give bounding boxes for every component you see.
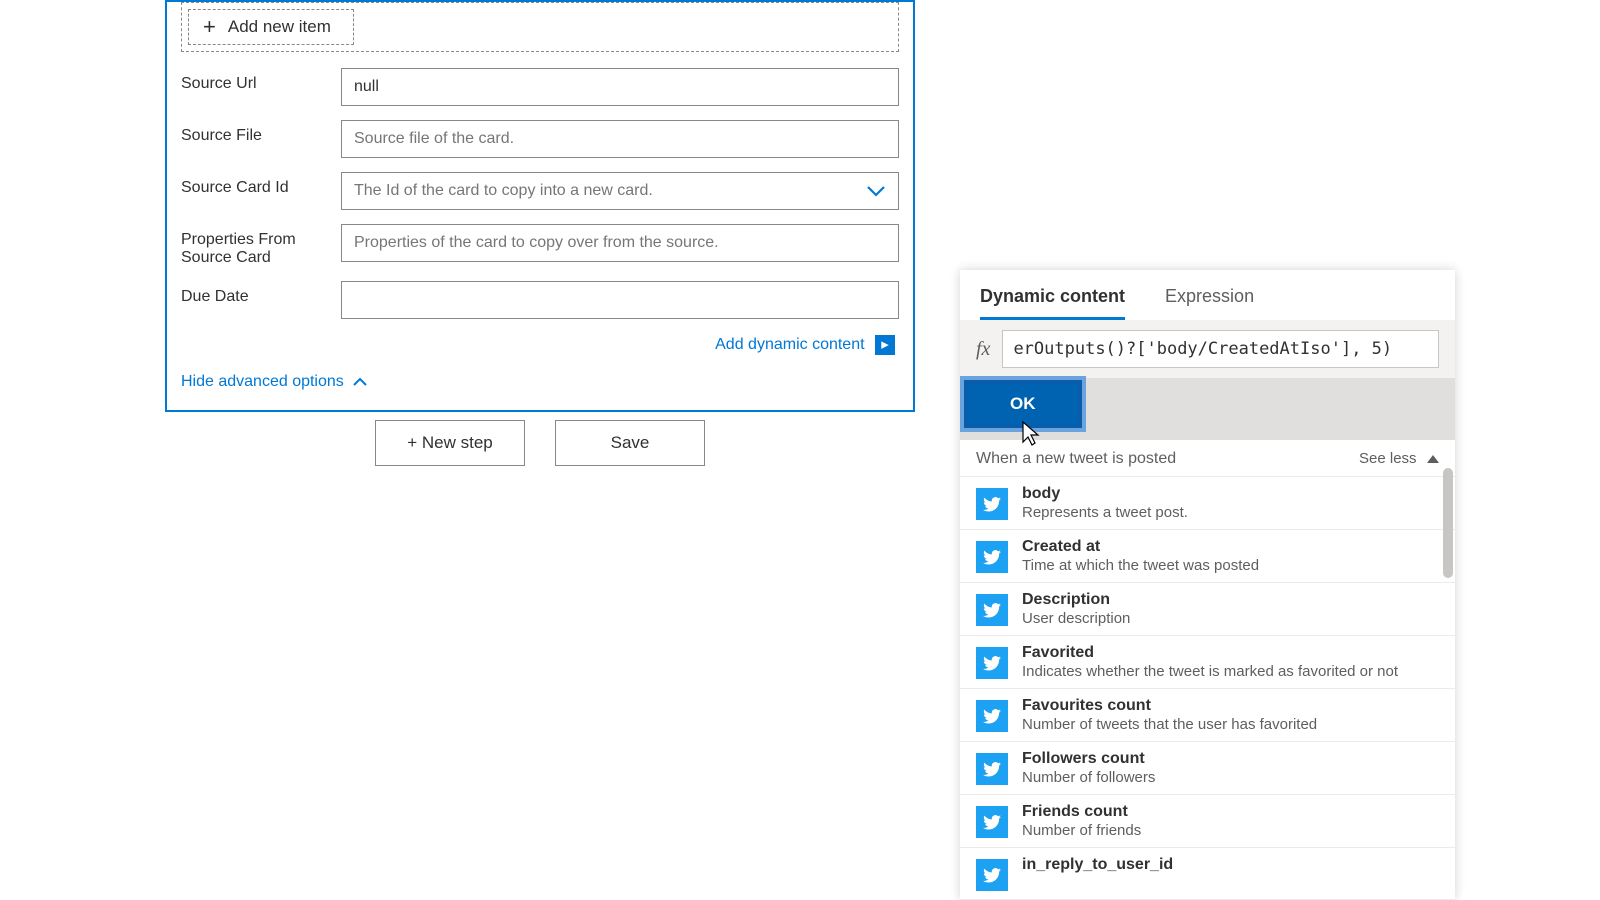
label-source-file: Source File xyxy=(181,120,331,145)
new-step-button[interactable]: + New step xyxy=(375,420,525,466)
twitter-icon xyxy=(976,647,1008,679)
add-new-item-label: Add new item xyxy=(228,17,331,37)
chevron-down-icon xyxy=(866,185,886,197)
row-due-date: Due Date xyxy=(167,277,913,323)
twitter-icon xyxy=(976,594,1008,626)
add-new-item-button[interactable]: + Add new item xyxy=(188,9,354,45)
hide-advanced-label: Hide advanced options xyxy=(181,373,344,391)
action-card: + Add new item Source Url null Source Fi… xyxy=(165,0,915,412)
dc-list[interactable]: bodyRepresents a tweet post.Created atTi… xyxy=(960,477,1455,900)
dc-item-title: body xyxy=(1022,485,1188,503)
add-dynamic-content-row: Add dynamic content ▸ xyxy=(167,329,913,361)
row-source-card-id: Source Card Id The Id of the card to cop… xyxy=(167,168,913,214)
row-source-file: Source File Source file of the card. xyxy=(167,116,913,162)
dc-item[interactable]: in_reply_to_user_id xyxy=(960,848,1455,900)
dc-item[interactable]: bodyRepresents a tweet post. xyxy=(960,477,1455,530)
dc-item-title: Favorited xyxy=(1022,644,1398,662)
twitter-icon xyxy=(976,700,1008,732)
chevron-up-icon xyxy=(352,377,368,387)
label-source-card-id: Source Card Id xyxy=(181,172,331,197)
row-properties-from-source: Properties From Source Card Properties o… xyxy=(167,220,913,271)
twitter-icon xyxy=(976,859,1008,891)
dc-item[interactable]: Followers countNumber of followers xyxy=(960,742,1455,795)
dc-item-desc: User description xyxy=(1022,610,1130,627)
save-button[interactable]: Save xyxy=(555,420,705,466)
see-less-link[interactable]: See less xyxy=(1359,450,1417,467)
expression-input[interactable]: erOutputs()?['body/CreatedAtIso'], 5) xyxy=(1002,330,1439,368)
plus-icon: + xyxy=(203,16,216,38)
fx-icon: fx xyxy=(976,338,990,361)
ok-zone: OK xyxy=(960,378,1455,440)
dc-item-desc: Number of tweets that the user has favor… xyxy=(1022,716,1317,733)
dc-item-title: Description xyxy=(1022,591,1130,609)
bottom-button-row: + New step Save xyxy=(165,420,915,466)
twitter-icon xyxy=(976,488,1008,520)
row-source-url: Source Url null xyxy=(167,64,913,110)
dc-item-title: Followers count xyxy=(1022,750,1155,768)
dc-item[interactable]: FavoritedIndicates whether the tweet is … xyxy=(960,636,1455,689)
dc-item-desc: Represents a tweet post. xyxy=(1022,504,1188,521)
dynamic-content-badge-icon[interactable]: ▸ xyxy=(875,335,895,355)
twitter-icon xyxy=(976,806,1008,838)
dc-item-desc: Number of friends xyxy=(1022,822,1141,839)
input-source-url[interactable]: null xyxy=(341,68,899,106)
twitter-icon xyxy=(976,753,1008,785)
dc-section-title: When a new tweet is posted xyxy=(976,450,1176,468)
ok-button[interactable]: OK xyxy=(964,380,1082,428)
dc-item-desc: Number of followers xyxy=(1022,769,1155,786)
dc-tabs: Dynamic content Expression xyxy=(960,270,1455,320)
label-properties-from-source: Properties From Source Card xyxy=(181,224,331,267)
hide-advanced-options-toggle[interactable]: Hide advanced options xyxy=(167,361,913,395)
label-due-date: Due Date xyxy=(181,281,331,306)
dc-item-desc: Indicates whether the tweet is marked as… xyxy=(1022,663,1398,680)
twitter-icon xyxy=(976,541,1008,573)
dc-item[interactable]: Friends countNumber of friends xyxy=(960,795,1455,848)
dc-item-title: in_reply_to_user_id xyxy=(1022,856,1173,874)
input-due-date[interactable] xyxy=(341,281,899,319)
input-properties-from-source[interactable]: Properties of the card to copy over from… xyxy=(341,224,899,262)
scrollbar[interactable] xyxy=(1443,468,1453,578)
triangle-up-icon xyxy=(1427,455,1439,463)
dc-item-title: Favourites count xyxy=(1022,697,1317,715)
dc-item[interactable]: Favourites countNumber of tweets that th… xyxy=(960,689,1455,742)
expression-bar: fx erOutputs()?['body/CreatedAtIso'], 5) xyxy=(960,320,1455,378)
label-source-url: Source Url xyxy=(181,68,331,93)
tab-expression[interactable]: Expression xyxy=(1165,286,1254,320)
select-source-card-id[interactable]: The Id of the card to copy into a new ca… xyxy=(341,172,899,210)
dc-item[interactable]: Created atTime at which the tweet was po… xyxy=(960,530,1455,583)
tab-dynamic-content[interactable]: Dynamic content xyxy=(980,286,1125,320)
dc-item[interactable]: DescriptionUser description xyxy=(960,583,1455,636)
dynamic-content-panel: Dynamic content Expression fx erOutputs(… xyxy=(960,270,1455,900)
dc-section-header[interactable]: When a new tweet is posted See less xyxy=(960,440,1455,477)
dc-item-title: Friends count xyxy=(1022,803,1141,821)
dc-item-desc: Time at which the tweet was posted xyxy=(1022,557,1259,574)
input-source-file[interactable]: Source file of the card. xyxy=(341,120,899,158)
dc-item-title: Created at xyxy=(1022,538,1259,556)
add-item-zone: + Add new item xyxy=(181,2,899,52)
add-dynamic-content-link[interactable]: Add dynamic content xyxy=(715,336,864,353)
